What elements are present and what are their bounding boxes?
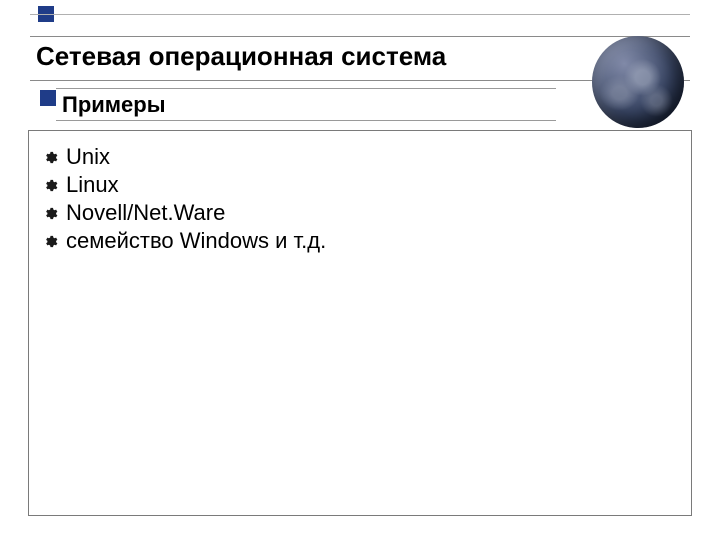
globe-icon: [592, 36, 684, 128]
slide-title: Сетевая операционная система: [36, 41, 684, 72]
content-box: Unix Linux Novell/Net.Ware семейство Win…: [28, 130, 692, 516]
decor-rule-top: [30, 14, 690, 15]
decor-square-sub: [40, 90, 56, 106]
gear-icon: [43, 150, 58, 165]
list-item: Unix: [43, 143, 677, 171]
decor-rule-sub-top: [56, 88, 556, 89]
gear-icon: [43, 234, 58, 249]
gear-icon: [43, 206, 58, 221]
list-item-label: Linux: [66, 171, 119, 199]
list-item: семейство Windows и т.д.: [43, 227, 677, 255]
list-item-label: семейство Windows и т.д.: [66, 227, 326, 255]
title-box: Сетевая операционная система: [30, 36, 690, 81]
list-item: Linux: [43, 171, 677, 199]
gear-icon: [43, 178, 58, 193]
list-item-label: Unix: [66, 143, 110, 171]
list-item-label: Novell/Net.Ware: [66, 199, 225, 227]
slide-subtitle: Примеры: [62, 92, 166, 118]
list-item: Novell/Net.Ware: [43, 199, 677, 227]
slide: Сетевая операционная система Примеры Uni…: [0, 0, 720, 540]
decor-rule-sub-bottom: [56, 120, 556, 121]
